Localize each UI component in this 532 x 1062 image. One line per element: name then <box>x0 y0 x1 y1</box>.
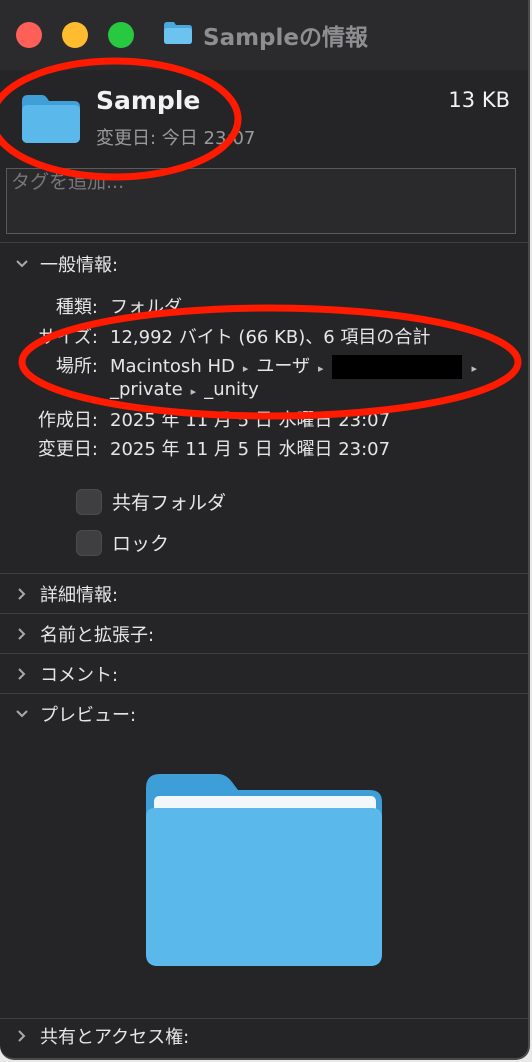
tag-field[interactable] <box>6 168 516 234</box>
comments-heading: コメント: <box>40 665 119 686</box>
general-heading: 一般情報: <box>40 255 119 276</box>
tags-input[interactable] <box>7 169 505 195</box>
path-line-2: _private ▸ _unity <box>110 379 259 400</box>
shared-folder-option[interactable]: 共有フォルダ <box>76 488 226 515</box>
folder-preview-icon <box>146 774 382 966</box>
locked-checkbox[interactable] <box>76 529 102 556</box>
size-value: 12,992 バイト (66 KB)、6 項目の合計 <box>110 327 431 348</box>
modified-value: 2025 年 11 月 5 日 水曜日 23:07 <box>110 439 391 460</box>
size-label: サイズ: <box>38 327 98 348</box>
divider <box>0 1018 528 1019</box>
path-separator-icon: ▸ <box>471 362 478 375</box>
chevron-right-icon <box>18 668 26 680</box>
created-label: 作成日: <box>37 410 98 431</box>
locked-option[interactable]: ロック <box>76 529 169 556</box>
modified-row: 変更日: 2025 年 11 月 5 日 水曜日 23:07 <box>0 435 528 461</box>
path-segment[interactable]: Macintosh HD <box>110 356 235 377</box>
file-name: Sample <box>96 86 201 115</box>
modified-label: 変更日: <box>37 439 98 460</box>
kind-label: 種類: <box>55 297 98 318</box>
sharing-heading: 共有とアクセス権: <box>40 1027 190 1048</box>
path-segment[interactable]: _unity <box>204 379 259 400</box>
name-extension-heading: 名前と拡張子: <box>40 625 155 646</box>
path-line-1: Macintosh HD ▸ ユーザ ▸ ▸ <box>110 352 485 379</box>
path-segment[interactable]: _private <box>110 379 183 400</box>
chevron-down-icon <box>16 260 28 268</box>
preview-heading: プレビュー: <box>40 705 137 726</box>
divider <box>0 693 528 694</box>
path-separator-icon: ▸ <box>242 362 249 375</box>
folder-icon <box>164 22 192 44</box>
info-window: Sampleの情報 Sample 13 KB 変更日: 今日 23:07 一般情… <box>0 0 530 1060</box>
chevron-right-icon <box>18 1030 26 1042</box>
where-label: 場所: <box>55 356 98 377</box>
sharing-section-toggle[interactable]: 共有とアクセス権: <box>14 1022 189 1050</box>
title-bar[interactable]: Sampleの情報 <box>0 0 528 70</box>
shared-folder-checkbox[interactable] <box>76 488 102 515</box>
comments-section-toggle[interactable]: コメント: <box>14 660 118 688</box>
shared-folder-label: 共有フォルダ <box>112 492 227 514</box>
divider <box>0 653 528 654</box>
where-row: 場所: Macintosh HD ▸ ユーザ ▸ ▸ <box>0 352 528 379</box>
folder-icon <box>22 95 80 143</box>
created-value: 2025 年 11 月 5 日 水曜日 23:07 <box>110 410 391 431</box>
kind-value: フォルダ <box>110 297 182 318</box>
path-separator-icon: ▸ <box>190 385 197 398</box>
locked-label: ロック <box>112 533 170 555</box>
more-info-heading: 詳細情報: <box>40 585 119 606</box>
close-button[interactable] <box>16 22 42 48</box>
modified-date: 変更日: 今日 23:07 <box>96 128 256 149</box>
path-separator-icon: ▸ <box>318 362 324 375</box>
preview-section-toggle[interactable]: プレビュー: <box>14 700 136 728</box>
minimize-button[interactable] <box>62 22 88 48</box>
zoom-button[interactable] <box>108 22 134 48</box>
more-info-section-toggle[interactable]: 詳細情報: <box>14 580 118 608</box>
created-row: 作成日: 2025 年 11 月 5 日 水曜日 23:07 <box>0 406 528 432</box>
divider <box>0 573 528 574</box>
where-row-continued: _private ▸ _unity <box>0 379 528 405</box>
redacted-path-segment <box>331 355 462 379</box>
file-size: 13 KB <box>448 88 510 112</box>
path-segment[interactable]: ユーザ <box>256 356 310 377</box>
size-row: サイズ: 12,992 バイト (66 KB)、6 項目の合計 <box>0 323 528 349</box>
divider <box>0 613 528 614</box>
name-extension-section-toggle[interactable]: 名前と拡張子: <box>14 620 154 648</box>
general-section-toggle[interactable]: 一般情報: <box>14 250 118 278</box>
kind-row: 種類: フォルダ <box>0 293 528 319</box>
divider <box>0 242 528 243</box>
chevron-right-icon <box>18 628 26 640</box>
chevron-right-icon <box>18 588 26 600</box>
chevron-down-icon <box>16 710 28 718</box>
window-title: Sampleの情報 <box>203 25 368 51</box>
